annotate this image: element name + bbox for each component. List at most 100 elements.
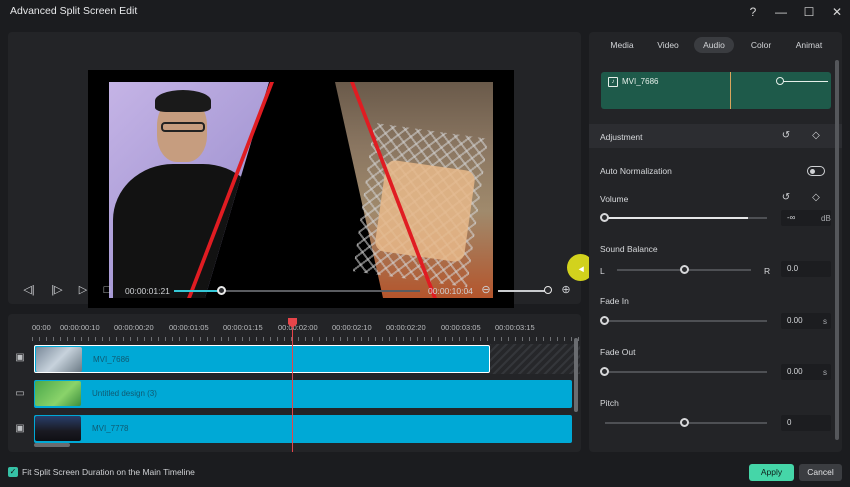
- time-ruler[interactable]: 00:00 00:00:00:10 00:00:00:20 00:00:01:0…: [32, 320, 581, 341]
- clip-thumbnail: [35, 381, 81, 406]
- clip-thumbnail: [35, 416, 81, 441]
- fade-out-unit: s: [823, 368, 827, 377]
- auto-normalization-toggle[interactable]: [807, 166, 825, 176]
- timeline-clip[interactable]: Untitled design (3): [34, 380, 572, 408]
- properties-panel: Media Video Audio Color Animat ♪ MVI_768…: [589, 32, 842, 452]
- fade-out-handle[interactable]: [600, 367, 609, 376]
- sound-balance-handle[interactable]: [680, 265, 689, 274]
- clip-name: MVI_7778: [92, 424, 129, 433]
- audio-waveform-clip[interactable]: ♪ MVI_7686: [601, 72, 831, 109]
- tab-video[interactable]: Video: [649, 37, 687, 53]
- clip-name: MVI_7686: [93, 355, 130, 364]
- seek-bar[interactable]: [174, 286, 420, 295]
- volume-handle[interactable]: [600, 213, 609, 222]
- auto-normalization-label: Auto Normalization: [600, 166, 672, 176]
- timeline-clip[interactable]: MVI_7778: [34, 415, 572, 443]
- fade-out-slider[interactable]: [605, 371, 767, 373]
- pitch-label: Pitch: [600, 398, 619, 408]
- keyframe-icon[interactable]: ◇: [810, 192, 822, 204]
- timeline-horizontal-scrollbar[interactable]: [34, 443, 70, 447]
- stop-icon[interactable]: □: [100, 283, 114, 297]
- zoom-out-icon[interactable]: ⊖: [479, 283, 493, 297]
- sound-balance-label: Sound Balance: [600, 244, 658, 254]
- keyframe-icon[interactable]: ◇: [810, 130, 822, 142]
- apply-button[interactable]: Apply: [749, 464, 794, 481]
- ruler-label: 00:00:02:20: [386, 323, 426, 332]
- ruler-label: 00:00: [32, 323, 51, 332]
- current-timecode: 00:00:01:21: [125, 286, 170, 296]
- next-frame-icon[interactable]: |▷: [50, 283, 64, 297]
- audio-volume-handle[interactable]: [776, 77, 784, 85]
- ruler-ticks: [32, 337, 581, 341]
- audio-playhead-marker: [730, 72, 731, 109]
- reset-icon[interactable]: ↺: [780, 192, 792, 204]
- fade-in-slider[interactable]: [605, 320, 767, 322]
- ruler-label: 00:00:02:00: [278, 323, 318, 332]
- preview-panel: [8, 32, 594, 308]
- title-bar: Advanced Split Screen Edit ? — ☐ ✕: [0, 0, 850, 24]
- clip-name: Untitled design (3): [92, 389, 157, 398]
- ruler-label: 00:00:02:10: [332, 323, 372, 332]
- zoom-in-icon[interactable]: ⊕: [559, 283, 573, 297]
- fade-in-label: Fade In: [600, 296, 629, 306]
- minimize-button[interactable]: —: [773, 4, 789, 20]
- playhead[interactable]: [292, 328, 293, 452]
- reset-icon[interactable]: ↺: [780, 130, 792, 142]
- image-track-icon: ▭: [15, 388, 25, 399]
- toggle-knob: [810, 168, 815, 174]
- play-icon[interactable]: ▷: [76, 283, 90, 297]
- video-track-icon: ▣: [15, 423, 25, 434]
- seek-progress: [174, 290, 221, 292]
- playback-controls: ◁| |▷ ▷ □ 00:00:01:21 00:00:10:04 ⊖ ⊕: [8, 278, 581, 304]
- sound-balance-input[interactable]: 0.0: [781, 261, 831, 277]
- split-screen-preview[interactable]: [88, 70, 514, 308]
- close-button[interactable]: ✕: [829, 4, 845, 20]
- ruler-label: 00:00:03:15: [495, 323, 535, 332]
- audio-clip-name: MVI_7686: [622, 77, 659, 86]
- volume-slider-fill: [605, 217, 748, 219]
- fade-out-label: Fade Out: [600, 347, 636, 357]
- pitch-handle[interactable]: [680, 418, 689, 427]
- tab-animation[interactable]: Animat: [789, 37, 829, 53]
- clip-thumbnail: [36, 347, 82, 372]
- window-title: Advanced Split Screen Edit: [10, 5, 138, 17]
- fit-duration-label: Fit Split Screen Duration on the Main Ti…: [22, 467, 195, 477]
- volume-unit: dB: [821, 214, 831, 223]
- ruler-label: 00:00:00:10: [60, 323, 100, 332]
- zoom-slider[interactable]: [498, 290, 548, 292]
- ruler-label: 00:00:01:15: [223, 323, 263, 332]
- timeline-vertical-scrollbar[interactable]: [574, 338, 578, 412]
- timeline-clip[interactable]: MVI_7686: [34, 345, 490, 373]
- balance-right-label: R: [764, 266, 771, 276]
- zoom-handle[interactable]: [544, 286, 552, 294]
- adjustment-section-header[interactable]: Adjustment ↺ ◇: [589, 124, 842, 148]
- ruler-label: 00:00:03:05: [441, 323, 481, 332]
- fade-in-handle[interactable]: [600, 316, 609, 325]
- fit-duration-checkbox[interactable]: ✓: [8, 467, 18, 477]
- tab-audio[interactable]: Audio: [694, 37, 734, 53]
- music-note-icon: ♪: [608, 77, 618, 87]
- adjustment-label: Adjustment: [600, 132, 643, 142]
- video-track-icon: ▣: [15, 352, 25, 363]
- tab-media[interactable]: Media: [603, 37, 641, 53]
- property-tabs: Media Video Audio Color Animat: [589, 32, 842, 58]
- fade-in-unit: s: [823, 317, 827, 326]
- help-icon[interactable]: ?: [745, 4, 761, 20]
- pitch-input[interactable]: 0: [781, 415, 831, 431]
- properties-scrollbar[interactable]: [835, 60, 839, 440]
- volume-label: Volume: [600, 194, 629, 204]
- total-timecode: 00:00:10:04: [428, 286, 473, 296]
- ruler-label: 00:00:00:20: [114, 323, 154, 332]
- seek-handle[interactable]: [216, 286, 226, 295]
- tab-color[interactable]: Color: [742, 37, 780, 53]
- prev-frame-icon[interactable]: ◁|: [22, 283, 36, 297]
- balance-left-label: L: [600, 266, 605, 276]
- maximize-button[interactable]: ☐: [801, 4, 817, 20]
- empty-track-region: [490, 344, 580, 374]
- audio-volume-line[interactable]: [782, 81, 828, 82]
- person-hair: [155, 90, 211, 112]
- split-clip-left[interactable]: [109, 82, 269, 298]
- timeline: 00:00 00:00:00:10 00:00:00:20 00:00:01:0…: [8, 314, 581, 452]
- ruler-label: 00:00:01:05: [169, 323, 209, 332]
- cancel-button[interactable]: Cancel: [799, 464, 842, 481]
